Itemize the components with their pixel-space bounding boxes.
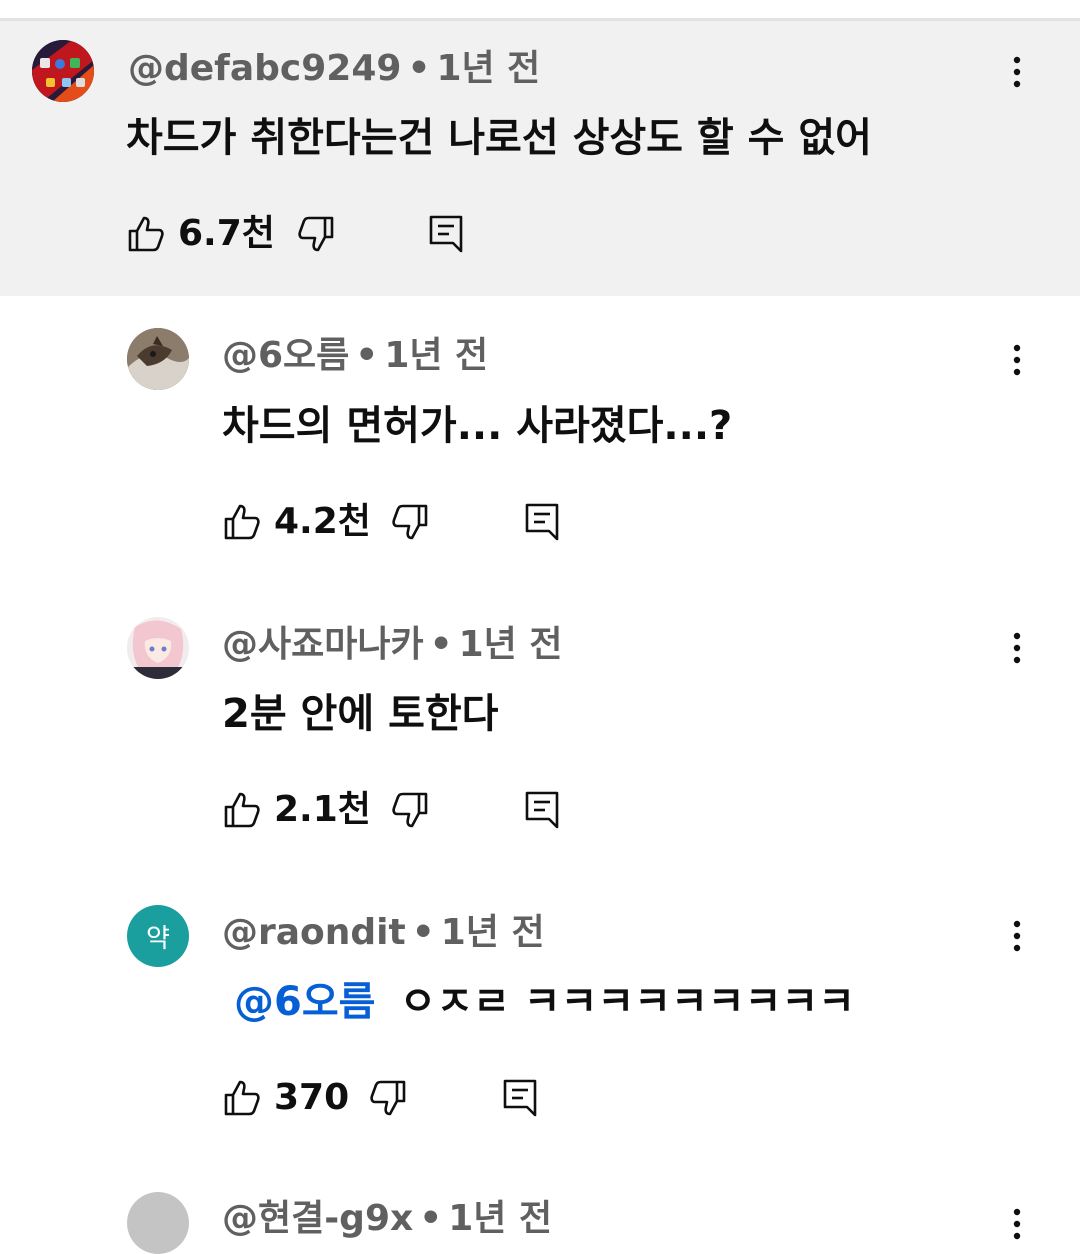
like-count: 6.7천 — [178, 213, 275, 254]
comment-time[interactable]: 1년 전 — [384, 335, 488, 376]
comment-meta: @현결-g9x • 1년 전 — [222, 1194, 552, 1244]
comment-time[interactable]: 1년 전 — [436, 48, 540, 89]
reply-icon[interactable] — [426, 212, 466, 256]
dislike-icon[interactable] — [296, 212, 336, 256]
avatar[interactable] — [127, 617, 189, 679]
avatar[interactable] — [32, 40, 94, 102]
reply-icon[interactable] — [522, 788, 562, 832]
comment-text: 차드가 취한다는건 나로선 상상도 할 수 없어 — [126, 115, 872, 161]
comment-actions: 370 — [222, 1076, 562, 1126]
separator-dot: • — [411, 912, 435, 953]
comment-meta: @6오름 • 1년 전 — [222, 331, 488, 381]
dislike-icon[interactable] — [390, 500, 430, 544]
comment-author[interactable]: @사죠마나카 — [222, 624, 424, 665]
mention-link[interactable]: @6오름 — [234, 979, 375, 1025]
separator-dot: • — [407, 48, 431, 89]
separator-dot: • — [429, 624, 453, 665]
comment-author[interactable]: @defabc9249 — [128, 48, 401, 89]
avatar-letter: 약 — [146, 923, 170, 954]
comment-time[interactable]: 1년 전 — [459, 624, 563, 665]
like-count: 370 — [274, 1077, 350, 1118]
comment-time[interactable]: 1년 전 — [441, 912, 545, 953]
more-options-icon[interactable] — [1002, 340, 1032, 380]
comment-meta: @사죠마나카 • 1년 전 — [222, 620, 562, 670]
comment-actions: 4.2천 — [222, 500, 582, 550]
more-options-icon[interactable] — [1002, 916, 1032, 956]
comment-time[interactable]: 1년 전 — [448, 1198, 552, 1239]
like-icon[interactable] — [222, 500, 262, 544]
like-count: 2.1천 — [274, 789, 371, 830]
like-icon[interactable] — [222, 1076, 262, 1120]
reply-icon[interactable] — [500, 1076, 540, 1120]
reply-icon[interactable] — [522, 500, 562, 544]
like-count: 4.2천 — [274, 501, 371, 542]
comment-meta: @raondit • 1년 전 — [222, 908, 545, 958]
avatar[interactable] — [127, 1192, 189, 1254]
dislike-icon[interactable] — [390, 788, 430, 832]
comment-text: 차드의 면허가... 사라졌다...? — [222, 403, 733, 449]
comment-author[interactable]: @6오름 — [222, 335, 349, 376]
comment-author[interactable]: @현결-g9x — [222, 1198, 413, 1239]
comment-actions: 2.1천 — [222, 788, 582, 838]
comment-author[interactable]: @raondit — [222, 912, 406, 953]
avatar[interactable] — [127, 328, 189, 390]
more-options-icon[interactable] — [1002, 52, 1032, 92]
comment-body: ㅇㅈㄹ ㅋㅋㅋㅋㅋㅋㅋㅋㅋ — [399, 979, 855, 1025]
separator-dot: • — [419, 1198, 443, 1239]
like-icon[interactable] — [126, 212, 166, 256]
avatar[interactable]: 약 — [127, 905, 189, 967]
more-options-icon[interactable] — [1002, 1204, 1032, 1244]
comment-meta: @defabc9249 • 1년 전 — [128, 44, 540, 94]
dislike-icon[interactable] — [368, 1076, 408, 1120]
comment-text: @6오름 ㅇㅈㄹ ㅋㅋㅋㅋㅋㅋㅋㅋㅋ — [234, 974, 855, 1030]
more-options-icon[interactable] — [1002, 628, 1032, 668]
separator-dot: • — [355, 335, 379, 376]
comment-text: 2분 안에 토한다 — [222, 691, 499, 737]
comment-actions: 6.7천 — [126, 212, 526, 262]
like-icon[interactable] — [222, 788, 262, 832]
